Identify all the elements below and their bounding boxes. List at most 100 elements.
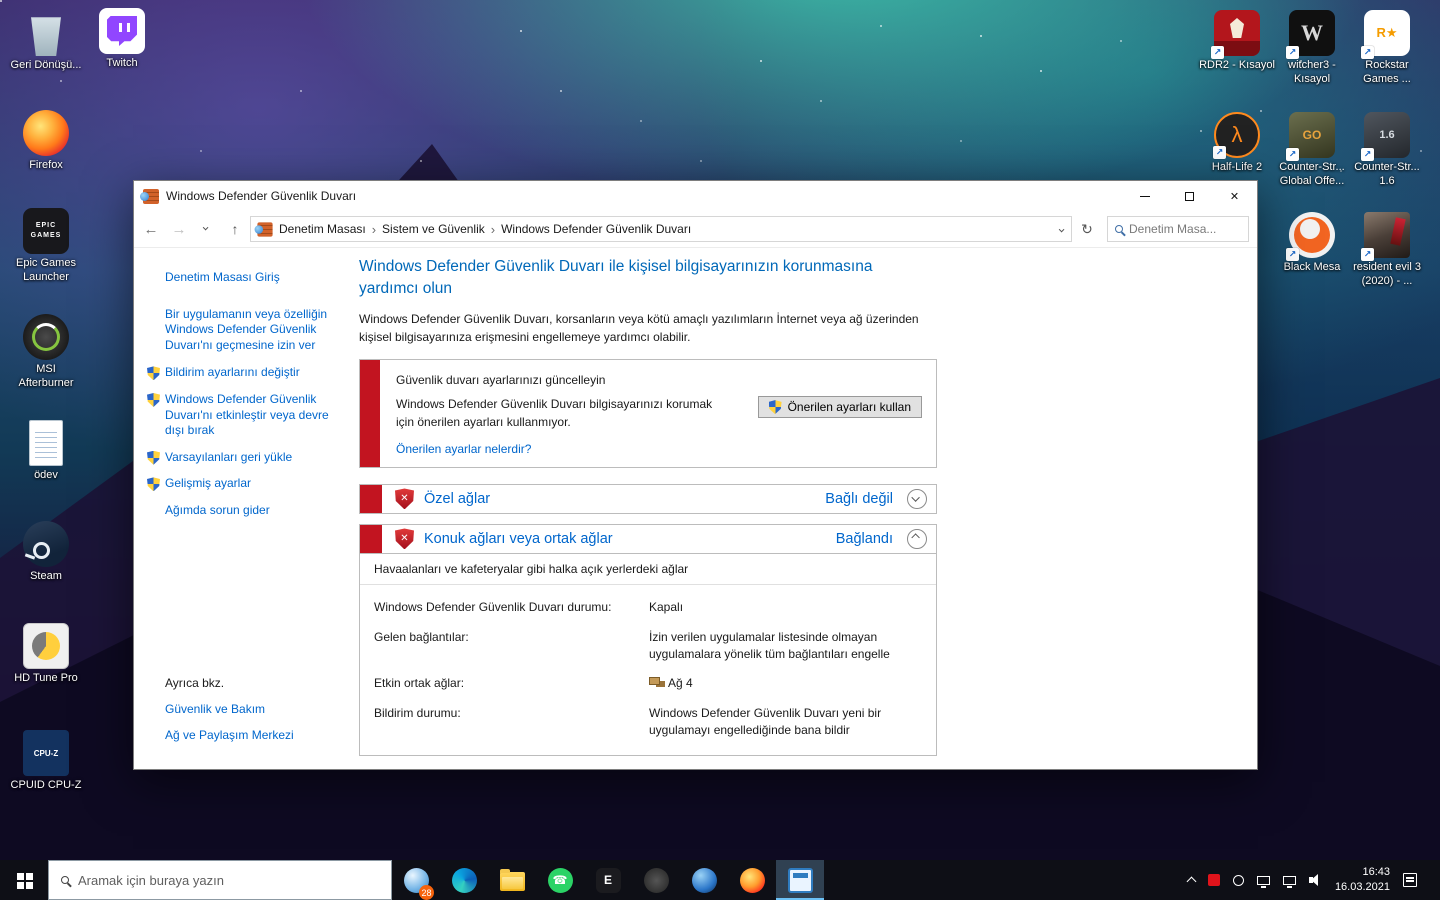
- desktop-icon-csgo[interactable]: Counter-Str... Global Offe...: [1274, 112, 1350, 189]
- forward-button[interactable]: [166, 216, 192, 242]
- breadcrumb-item-system-security[interactable]: Sistem ve Güvenlik: [382, 222, 485, 236]
- desktop-icon-resident-evil-3[interactable]: resident evil 3 (2020) - ...: [1349, 212, 1425, 289]
- sidebar-item-label: Gelişmiş ayarlar: [165, 476, 252, 491]
- shortcut-arrow-icon: [1213, 146, 1226, 159]
- sidebar-item-security-maintenance[interactable]: Güvenlik ve Bakım: [165, 702, 338, 718]
- desktop-icon-odev[interactable]: ödev: [8, 420, 84, 483]
- alert-body: Güvenlik duvarı ayarlarınızı güncelleyin…: [380, 360, 936, 467]
- uac-shield-icon: [768, 400, 782, 415]
- alert-text: Windows Defender Güvenlik Duvarı bilgisa…: [396, 397, 713, 429]
- sidebar-item-troubleshoot-network[interactable]: Ağımda sorun gider: [165, 503, 338, 519]
- control-panel-searchbox[interactable]: [1107, 216, 1249, 242]
- sidebar: Denetim Masası Giriş Bir uygulamanın vey…: [134, 248, 346, 769]
- taskbar-clock[interactable]: 16:43 16.03.2021: [1335, 865, 1390, 895]
- section-status: Bağlandı: [835, 530, 893, 547]
- desktop-icon-hd-tune[interactable]: HD Tune Pro: [8, 623, 84, 686]
- taskbar-searchbox[interactable]: [48, 860, 392, 900]
- taskbar-app-control-panel-active[interactable]: [776, 860, 824, 900]
- firewall-update-alert: Güvenlik duvarı ayarlarınızı güncelleyin…: [359, 359, 937, 468]
- button-label: Önerilen ayarları kullan: [787, 400, 911, 415]
- maximize-button[interactable]: [1167, 181, 1212, 211]
- alert-title: Güvenlik duvarı ayarlarınızı güncelleyin: [396, 373, 606, 388]
- show-hidden-icons-button[interactable]: [1186, 875, 1197, 887]
- sidebar-item-label: Windows Defender Güvenlik Duvarı'nı etki…: [165, 391, 329, 438]
- desktop-icon-rdr2[interactable]: RDR2 - Kısayol: [1199, 10, 1275, 73]
- public-networks-section-header[interactable]: Konuk ağları veya ortak ağlar Bağlandı: [359, 523, 937, 554]
- whatsapp-icon: [547, 867, 573, 893]
- csgo-icon: [1286, 112, 1335, 161]
- desktop-icon-label: RDR2 - Kısayol: [1199, 59, 1275, 71]
- shortcut-arrow-icon: [1361, 46, 1374, 59]
- desktop-icon-witcher3[interactable]: witcher3 - Kısayol: [1274, 10, 1350, 87]
- uac-shield-icon: [147, 392, 160, 407]
- tray-network-icon[interactable]: [1282, 875, 1296, 888]
- tray-volume-icon[interactable]: [1308, 874, 1322, 886]
- taskbar-app-file-explorer[interactable]: [488, 860, 536, 900]
- back-button[interactable]: [138, 216, 164, 242]
- shortcut-arrow-icon: [1286, 46, 1299, 59]
- taskbar-app-steam[interactable]: [680, 860, 728, 900]
- desktop-icon-steam[interactable]: Steam: [8, 521, 84, 584]
- app-icon: [643, 867, 669, 893]
- edge-icon: [451, 867, 477, 893]
- taskbar-app-dark[interactable]: [632, 860, 680, 900]
- address-dropdown-button[interactable]: [1058, 222, 1065, 236]
- taskbar-app-news[interactable]: 28: [392, 860, 440, 900]
- desktop-icon-black-mesa[interactable]: Black Mesa: [1274, 212, 1350, 275]
- sidebar-item-advanced-settings[interactable]: Gelişmiş ayarlar: [147, 476, 338, 492]
- control-panel-search-input[interactable]: [1129, 222, 1241, 236]
- taskbar-app-epic-games[interactable]: [584, 860, 632, 900]
- desktop-icon-cpu-z[interactable]: CPUID CPU-Z: [8, 730, 84, 793]
- sidebar-item-network-sharing-center[interactable]: Ağ ve Paylaşım Merkezi: [165, 728, 338, 744]
- sidebar-item-allow-app[interactable]: Bir uygulamanın veya özelliğin Windows D…: [165, 307, 338, 354]
- tray-display-icon[interactable]: [1256, 875, 1270, 888]
- window-titlebar[interactable]: Windows Defender Güvenlik Duvarı: [134, 181, 1257, 211]
- recent-pages-dropdown[interactable]: [194, 216, 220, 242]
- use-recommended-settings-button[interactable]: Önerilen ayarları kullan: [757, 396, 922, 419]
- address-bar[interactable]: Denetim Masası Sistem ve Güvenlik Window…: [250, 216, 1072, 242]
- desktop-icon-twitch[interactable]: Twitch: [84, 8, 160, 71]
- desktop-icon-msi-afterburner[interactable]: MSI Afterburner: [8, 314, 84, 391]
- clock-time: 16:43: [1362, 866, 1390, 879]
- sidebar-item-change-notification-settings[interactable]: Bildirim ayarlarını değiştir: [147, 365, 338, 381]
- breadcrumb-item-firewall[interactable]: Windows Defender Güvenlik Duvarı: [501, 222, 691, 236]
- desktop-icon-label: Half-Life 2: [1211, 161, 1263, 173]
- desktop-icon-cs16[interactable]: Counter-Str... 1.6: [1349, 112, 1425, 189]
- expand-section-button[interactable]: [907, 488, 927, 509]
- detail-row-active-networks: Etkin ortak ağlar: Ağ 4: [374, 675, 922, 692]
- uac-shield-icon: [147, 450, 160, 465]
- action-center-icon: [1403, 873, 1417, 887]
- minimize-button[interactable]: [1122, 181, 1167, 211]
- desktop-icon-label: Counter-Str... Global Offe...: [1279, 161, 1345, 187]
- desktop-icon-half-life-2[interactable]: Half-Life 2: [1199, 112, 1275, 175]
- desktop-icon-recycle-bin[interactable]: Geri Dönüşü...: [8, 10, 84, 73]
- sidebar-item-turn-firewall-on-off[interactable]: Windows Defender Güvenlik Duvarı'nı etki…: [147, 391, 338, 439]
- alert-severity-bar: [360, 360, 380, 467]
- desktop-icon-firefox[interactable]: Firefox: [8, 110, 84, 173]
- taskbar-app-whatsapp[interactable]: [536, 860, 584, 900]
- resident-evil-3-icon: [1361, 212, 1410, 261]
- desktop-icon-epic-games[interactable]: Epic Games Launcher: [8, 208, 84, 285]
- start-button[interactable]: [0, 860, 48, 900]
- breadcrumb-separator-icon: [491, 222, 495, 237]
- refresh-button[interactable]: [1074, 216, 1100, 242]
- taskbar-app-edge[interactable]: [440, 860, 488, 900]
- action-center-button[interactable]: [1403, 873, 1417, 887]
- taskbar-app-firefox[interactable]: [728, 860, 776, 900]
- desktop-icon-label: Epic Games Launcher: [16, 257, 76, 283]
- detail-value-text: Kapalı: [649, 599, 684, 614]
- close-button[interactable]: [1212, 181, 1257, 211]
- tray-app-icon[interactable]: [1232, 874, 1244, 886]
- breadcrumb-item-control-panel[interactable]: Denetim Masası: [279, 222, 366, 236]
- recommended-settings-link[interactable]: Önerilen ayarlar nelerdir?: [396, 442, 531, 456]
- taskbar-search-input[interactable]: [78, 872, 379, 888]
- up-button[interactable]: [222, 216, 248, 242]
- desktop-icon-rockstar[interactable]: Rockstar Games ...: [1349, 10, 1425, 87]
- collapse-section-button[interactable]: [907, 528, 927, 549]
- uac-shield-icon: [147, 477, 160, 492]
- section-red-bar: [360, 484, 382, 513]
- tray-msi-icon[interactable]: [1207, 874, 1220, 886]
- sidebar-item-restore-defaults[interactable]: Varsayılanları geri yükle: [147, 450, 338, 466]
- sidebar-item-home[interactable]: Denetim Masası Giriş: [165, 270, 338, 286]
- private-networks-section-header[interactable]: Özel ağlar Bağlı değil: [359, 483, 937, 514]
